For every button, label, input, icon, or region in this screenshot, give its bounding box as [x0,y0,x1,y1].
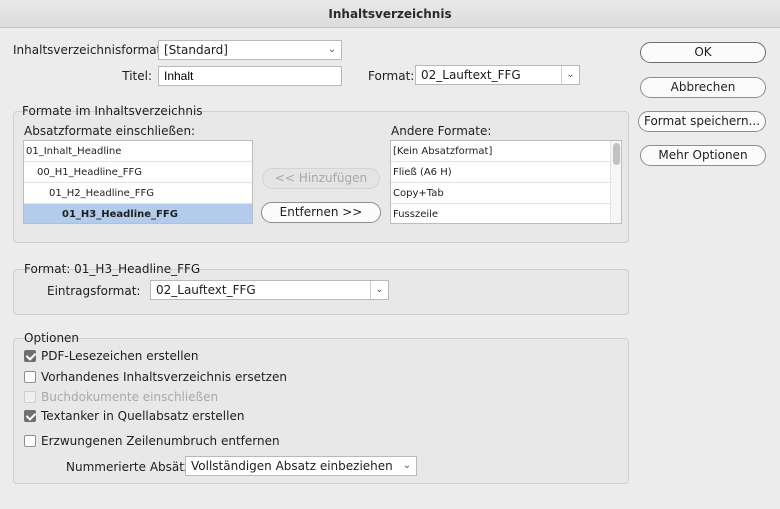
styles-group-title: Formate im Inhaltsverzeichnis [22,104,203,118]
list-item-selected[interactable]: 01_H3_Headline_FFG [24,204,252,223]
remove-line-break-label: Erzwungenen Zeilenumbruch entfernen [41,434,280,448]
toc-format-value: [Standard] [164,43,228,57]
ok-button[interactable]: OK [640,42,766,63]
list-item[interactable]: 00_H1_Headline_FFG [24,162,252,183]
chevron-down-icon: ⌄ [561,66,579,84]
list-item[interactable]: [Kein Absatzformat] [391,141,610,162]
text-anchor-checkbox[interactable] [24,410,36,422]
add-button[interactable]: << Hinzufügen [262,168,380,189]
list-item[interactable]: Fusszeile [391,204,610,223]
list-item[interactable]: 01_H2_Headline_FFG [24,183,252,204]
save-format-button[interactable]: Format speichern... [638,111,766,132]
pdf-bookmarks-label: PDF-Lesezeichen erstellen [41,349,199,363]
toc-format-select[interactable]: [Standard] ⌄ [158,40,342,60]
scrollbar-thumb[interactable] [613,143,620,165]
other-styles-list[interactable]: [Kein Absatzformat] Fließ (A6 H) Copy+Ta… [390,140,622,224]
replace-toc-label: Vorhandenes Inhaltsverzeichnis ersetzen [41,370,287,384]
numbered-paragraphs-label: Nummerierte Absätze: [66,460,202,474]
list-item[interactable]: Fließ (A6 H) [391,162,610,183]
cancel-button[interactable]: Abbrechen [640,77,766,98]
other-styles-label: Andere Formate: [391,124,492,138]
toc-format-label: Inhaltsverzeichnisformat: [13,43,166,57]
include-book-docs-label: Buchdokumente einschließen [41,390,219,404]
chevron-down-icon: ⌄ [370,281,388,299]
text-anchor-label: Textanker in Quellabsatz erstellen [41,409,245,423]
chevron-down-icon: ⌄ [327,44,337,55]
include-styles-label: Absatzformate einschließen: [24,124,196,138]
format-label: Format: [368,69,415,83]
options-group-title: Optionen [24,331,80,345]
format-select[interactable]: 02_Lauftext_FFG ⌄ [415,65,580,85]
entry-style-value: 02_Lauftext_FFG [156,283,256,297]
title-label: Titel: [122,69,152,83]
pdf-bookmarks-checkbox[interactable] [24,350,36,362]
include-book-docs-checkbox[interactable] [24,391,36,403]
replace-toc-checkbox[interactable] [24,371,36,383]
title-input[interactable] [158,66,342,86]
format-value: 02_Lauftext_FFG [421,68,521,82]
chevron-down-icon: ⌄ [402,460,412,471]
list-item[interactable]: 01_Inhalt_Headline [24,141,252,162]
remove-button[interactable]: Entfernen >> [261,202,381,223]
numbered-paragraphs-value: Vollständigen Absatz einbeziehen [191,459,393,473]
entry-style-label: Eintragsformat: [47,284,141,298]
scrollbar[interactable] [610,141,621,223]
window-title: Inhaltsverzeichnis [0,0,780,28]
remove-line-break-checkbox[interactable] [24,435,36,447]
more-options-button[interactable]: Mehr Optionen [640,145,766,166]
numbered-paragraphs-select[interactable]: Vollständigen Absatz einbeziehen ⌄ [185,456,417,476]
entry-group-title: Format: 01_H3_Headline_FFG [24,262,201,276]
included-styles-list[interactable]: 01_Inhalt_Headline 00_H1_Headline_FFG 01… [23,140,253,224]
list-item[interactable]: Copy+Tab [391,183,610,204]
entry-style-select[interactable]: 02_Lauftext_FFG ⌄ [150,280,389,300]
